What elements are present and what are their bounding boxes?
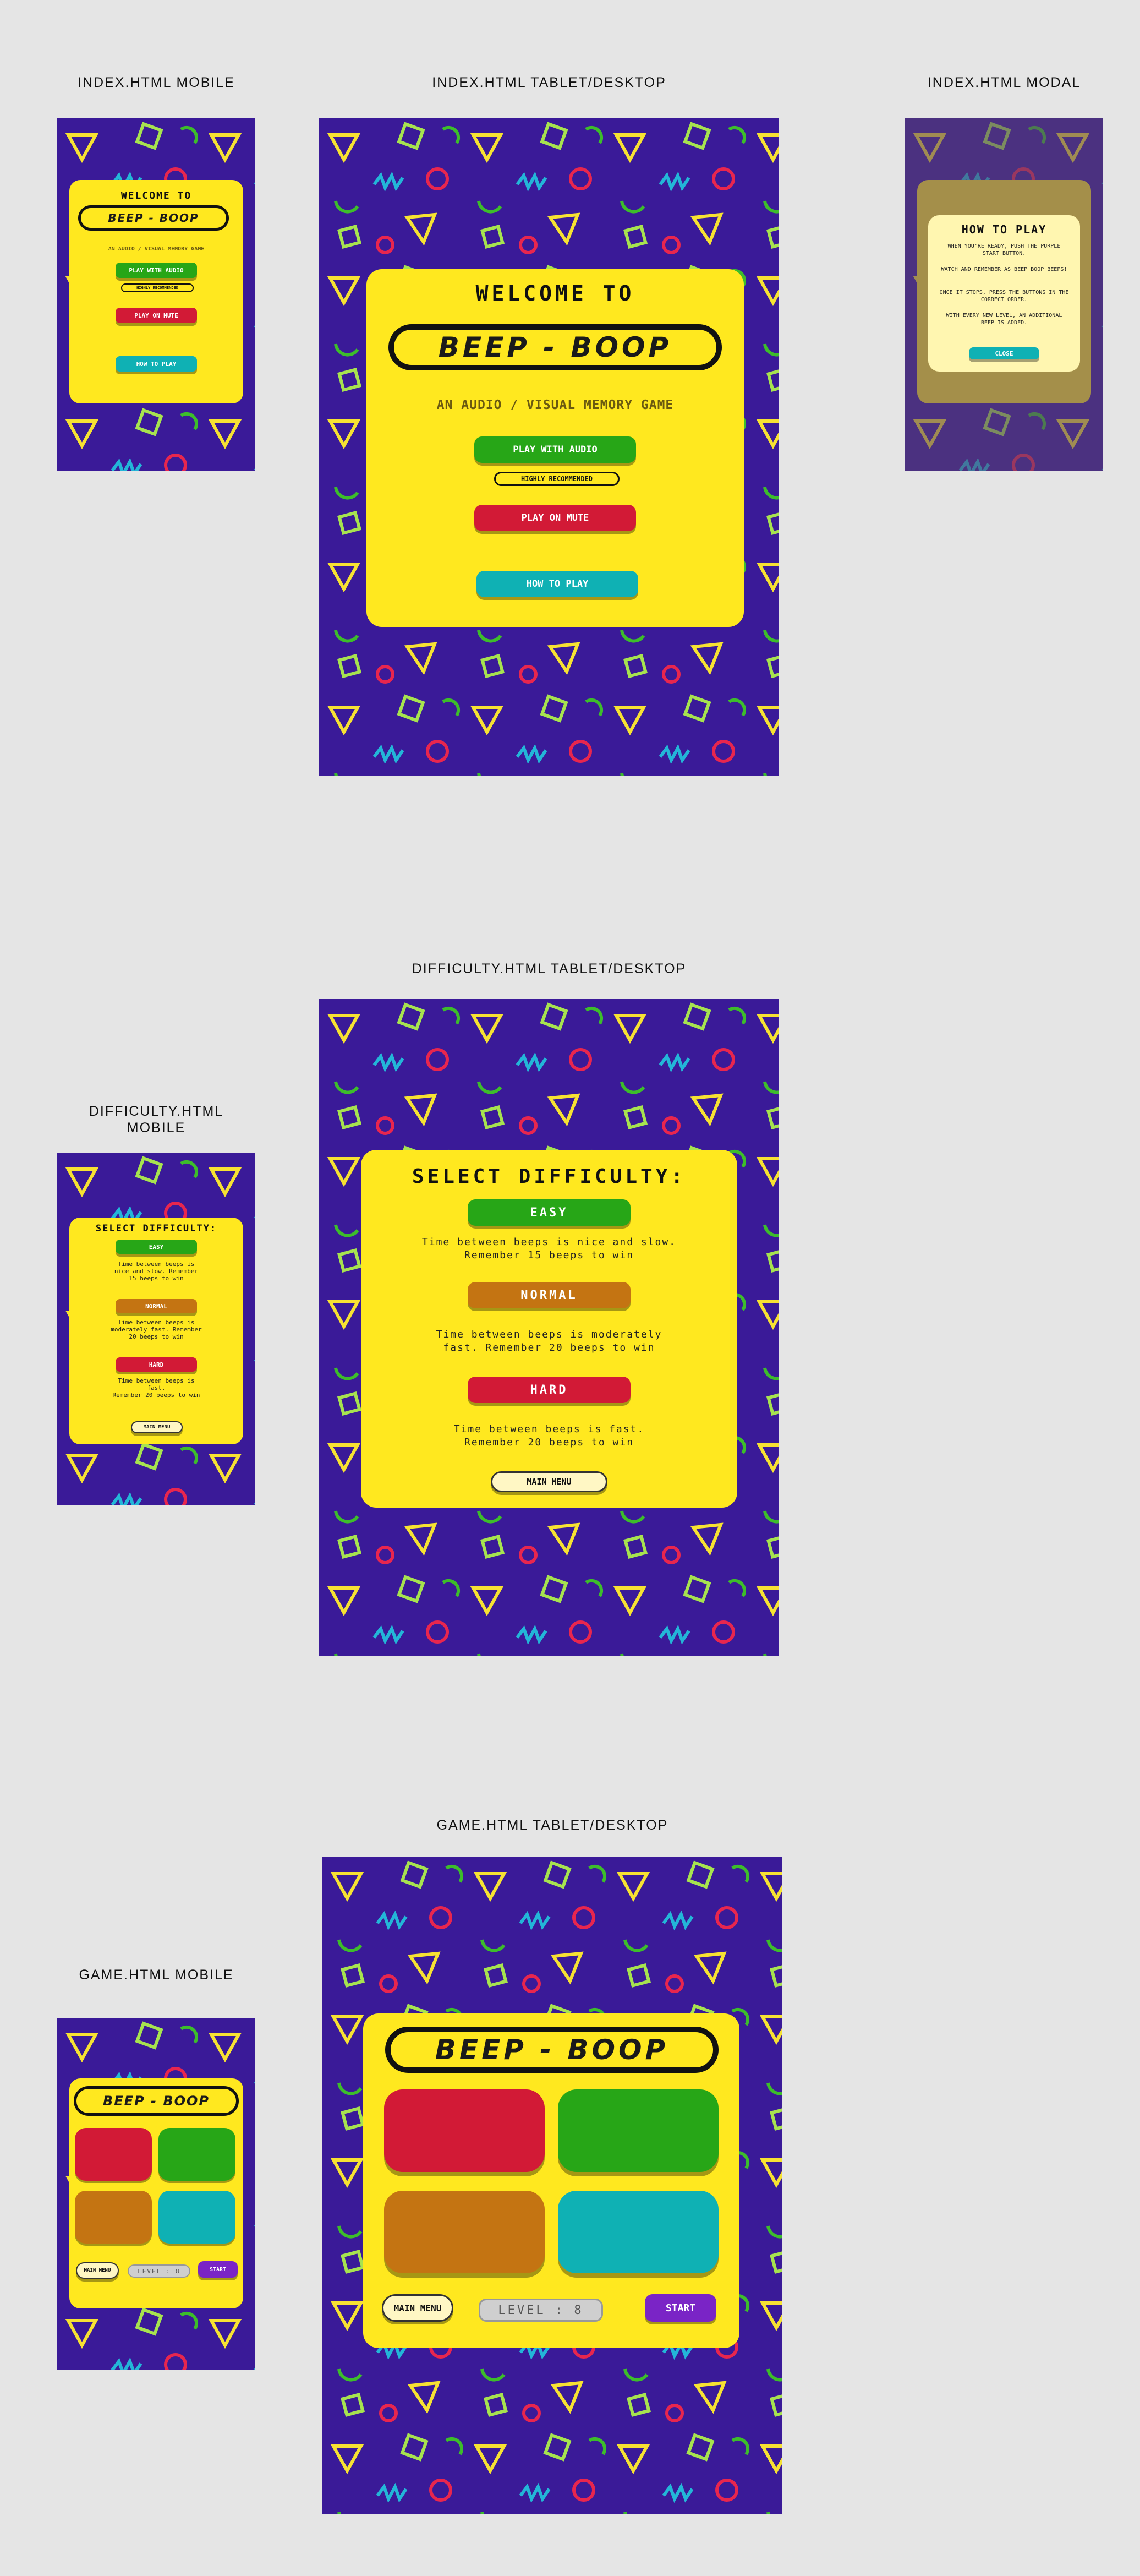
difficulty-card: SELECT DIFFICULTY: EASY Time between bee… <box>361 1150 737 1508</box>
game-button-green[interactable] <box>158 2128 235 2181</box>
normal-button[interactable]: NORMAL <box>116 1299 197 1313</box>
welcome-card: WELCOME TO BEEP - BOOP AN AUDIO / VISUAL… <box>366 269 744 627</box>
label-difficulty-mobile: DIFFICULTY.HTML MOBILE <box>89 1104 224 1136</box>
play-with-audio-button[interactable]: PLAY WITH AUDIO <box>474 436 636 463</box>
start-button[interactable]: START <box>198 2261 238 2278</box>
normal-description: Time between beeps is moderately fast. R… <box>111 1319 202 1340</box>
beep-boop-logo: BEEP - BOOP <box>388 324 722 370</box>
difficulty-card: SELECT DIFFICULTY: EASY Time between bee… <box>69 1218 243 1444</box>
main-menu-button[interactable]: MAIN MENU <box>131 1421 183 1433</box>
highly-recommended-badge: HIGHLY RECOMMENDED <box>494 472 620 486</box>
welcome-heading: WELCOME TO <box>475 281 635 305</box>
normal-button[interactable]: NORMAL <box>468 1282 631 1308</box>
modal-text-4: WITH EVERY NEW LEVEL, AN ADDITIONAL BEEP… <box>946 313 1062 326</box>
modal-text-2: WATCH AND REMEMBER AS BEEP BOOP BEEPS! <box>941 266 1067 272</box>
how-to-play-modal: HOW TO PLAY WHEN YOU'RE READY, PUSH THE … <box>928 215 1080 372</box>
beep-boop-logo: BEEP - BOOP <box>385 2027 719 2073</box>
easy-button[interactable]: EASY <box>116 1240 197 1254</box>
game-button-orange[interactable] <box>384 2191 545 2273</box>
subtitle: AN AUDIO / VISUAL MEMORY GAME <box>108 246 205 252</box>
game-tablet-screen: BEEP - BOOP MAIN MENU LEVEL : 8 START <box>322 1857 782 2514</box>
difficulty-tablet-screen: SELECT DIFFICULTY: EASY Time between bee… <box>319 999 779 1656</box>
label-index-mobile: INDEX.HTML MOBILE <box>78 75 235 90</box>
hard-description: Time between beeps is fast. Remember 20 … <box>453 1423 645 1448</box>
hard-description: Time between beeps is fast. Remember 20 … <box>112 1377 200 1399</box>
play-with-audio-button[interactable]: PLAY WITH AUDIO <box>116 263 197 278</box>
game-button-orange[interactable] <box>75 2191 152 2244</box>
index-mobile-screen: WELCOME TO BEEP - BOOP AN AUDIO / VISUAL… <box>57 118 255 471</box>
difficulty-mobile-screen: SELECT DIFFICULTY: EASY Time between bee… <box>57 1153 255 1505</box>
difficulty-title: SELECT DIFFICULTY: <box>95 1223 217 1234</box>
game-button-teal[interactable] <box>558 2191 719 2273</box>
game-button-red[interactable] <box>384 2089 545 2172</box>
modal-text-1: WHEN YOU'RE READY, PUSH THE PURPLE START… <box>947 243 1061 256</box>
subtitle: AN AUDIO / VISUAL MEMORY GAME <box>436 398 674 412</box>
difficulty-title: SELECT DIFFICULTY: <box>412 1165 687 1188</box>
label-index-tablet: INDEX.HTML TABLET/DESKTOP <box>432 75 666 90</box>
highly-recommended-badge: HIGHLY RECOMMENDED <box>121 283 194 292</box>
easy-description: Time between beeps is nice and slow. Rem… <box>114 1260 199 1282</box>
label-game-mobile: GAME.HTML MOBILE <box>79 1967 234 1983</box>
welcome-heading: WELCOME TO <box>120 190 192 201</box>
index-tablet-screen: WELCOME TO BEEP - BOOP AN AUDIO / VISUAL… <box>319 118 779 776</box>
beep-boop-logo: BEEP - BOOP <box>74 2086 239 2116</box>
start-button[interactable]: START <box>645 2294 716 2322</box>
level-display: LEVEL : 8 <box>479 2299 603 2322</box>
modal-text-3: ONCE IT STOPS, PRESS THE BUTTONS IN THE … <box>939 290 1069 303</box>
main-menu-button[interactable]: MAIN MENU <box>382 2294 453 2322</box>
play-on-mute-button[interactable]: PLAY ON MUTE <box>474 505 636 531</box>
hard-button[interactable]: HARD <box>116 1357 197 1372</box>
main-menu-button[interactable]: MAIN MENU <box>491 1471 607 1492</box>
hard-button[interactable]: HARD <box>468 1377 631 1403</box>
modal-title: HOW TO PLAY <box>961 223 1047 236</box>
play-on-mute-button[interactable]: PLAY ON MUTE <box>116 308 197 323</box>
game-card: BEEP - BOOP MAIN MENU LEVEL : 8 START <box>69 2078 243 2308</box>
game-button-red[interactable] <box>75 2128 152 2181</box>
normal-description: Time between beeps is moderately fast. R… <box>436 1329 662 1354</box>
beep-boop-logo: BEEP - BOOP <box>78 205 229 231</box>
close-button[interactable]: CLOSE <box>969 347 1039 359</box>
game-mobile-screen: BEEP - BOOP MAIN MENU LEVEL : 8 START <box>57 2018 255 2370</box>
level-display: LEVEL : 8 <box>128 2264 190 2278</box>
index-modal-screen: HOW TO PLAY WHEN YOU'RE READY, PUSH THE … <box>905 118 1103 471</box>
game-button-green[interactable] <box>558 2089 719 2172</box>
label-difficulty-tablet: DIFFICULTY.HTML TABLET/DESKTOP <box>412 961 687 976</box>
easy-button[interactable]: EASY <box>468 1199 631 1226</box>
welcome-card: WELCOME TO BEEP - BOOP AN AUDIO / VISUAL… <box>69 180 243 403</box>
easy-description: Time between beeps is nice and slow. Rem… <box>421 1236 677 1261</box>
how-to-play-button[interactable]: HOW TO PLAY <box>476 571 638 597</box>
how-to-play-button[interactable]: HOW TO PLAY <box>116 356 197 372</box>
label-game-tablet: GAME.HTML TABLET/DESKTOP <box>436 1818 668 1833</box>
game-button-teal[interactable] <box>158 2191 235 2244</box>
game-card: BEEP - BOOP MAIN MENU LEVEL : 8 START <box>363 2013 739 2348</box>
main-menu-button[interactable]: MAIN MENU <box>76 2262 119 2279</box>
label-index-modal: INDEX.HTML MODAL <box>927 75 1081 90</box>
